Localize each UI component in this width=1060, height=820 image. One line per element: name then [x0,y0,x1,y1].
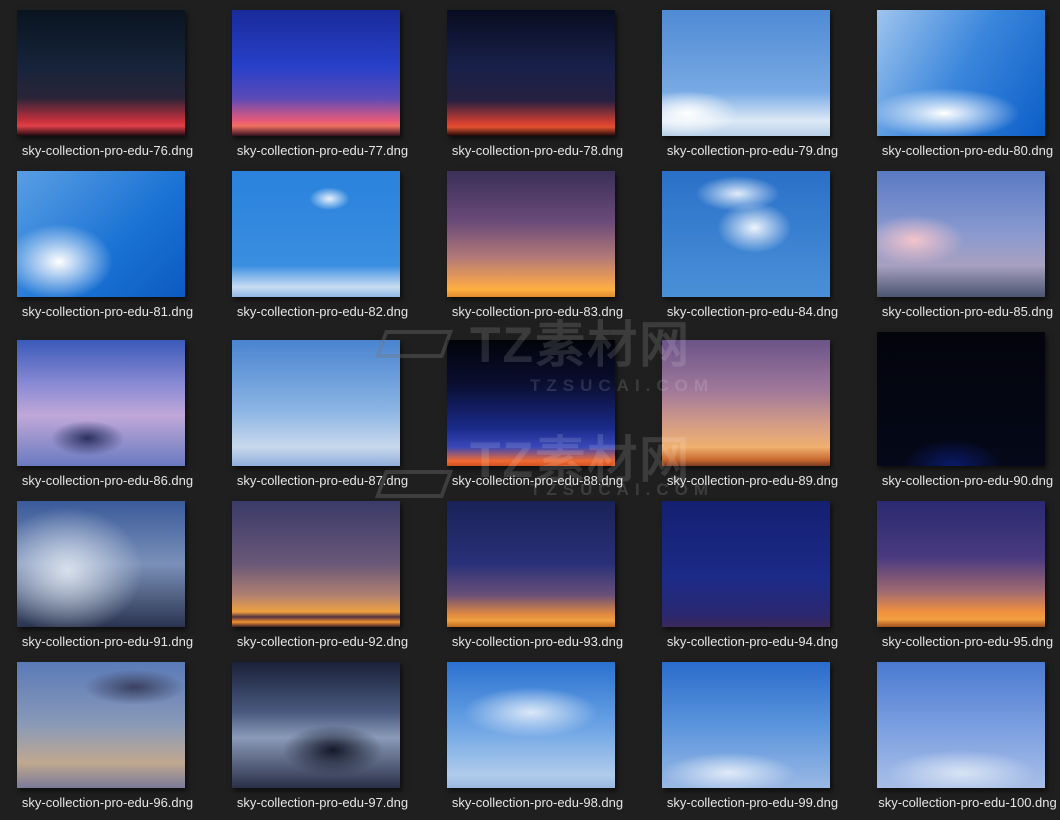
file-thumbnail[interactable] [232,662,400,788]
file-item[interactable]: sky-collection-pro-edu-76.dng [0,0,215,161]
file-item[interactable]: sky-collection-pro-edu-93.dng [430,491,645,652]
file-name[interactable]: sky-collection-pro-edu-76.dng [0,143,215,158]
file-item[interactable]: sky-collection-pro-edu-97.dng [215,652,430,813]
file-name[interactable]: sky-collection-pro-edu-92.dng [215,634,430,649]
file-item[interactable]: sky-collection-pro-edu-96.dng [0,652,215,813]
file-item[interactable]: sky-collection-pro-edu-91.dng [0,491,215,652]
file-name[interactable]: sky-collection-pro-edu-77.dng [215,143,430,158]
file-item[interactable]: sky-collection-pro-edu-84.dng [645,161,860,322]
file-item[interactable]: sky-collection-pro-edu-79.dng [645,0,860,161]
file-name[interactable]: sky-collection-pro-edu-78.dng [430,143,645,158]
file-thumbnail[interactable] [447,10,615,136]
file-thumbnail[interactable] [877,332,1045,466]
file-thumbnail[interactable] [662,171,830,297]
file-thumbnail[interactable] [447,662,615,788]
file-name[interactable]: sky-collection-pro-edu-89.dng [645,473,860,488]
file-item[interactable]: sky-collection-pro-edu-78.dng [430,0,645,161]
file-item[interactable]: sky-collection-pro-edu-92.dng [215,491,430,652]
file-name[interactable]: sky-collection-pro-edu-95.dng [860,634,1060,649]
file-name[interactable]: sky-collection-pro-edu-97.dng [215,795,430,810]
file-name[interactable]: sky-collection-pro-edu-91.dng [0,634,215,649]
file-thumbnail[interactable] [877,501,1045,627]
file-name[interactable]: sky-collection-pro-edu-96.dng [0,795,215,810]
file-name[interactable]: sky-collection-pro-edu-81.dng [0,304,215,319]
file-thumbnail[interactable] [877,171,1045,297]
file-thumbnail[interactable] [17,501,185,627]
file-thumbnail[interactable] [662,501,830,627]
file-name[interactable]: sky-collection-pro-edu-94.dng [645,634,860,649]
file-item[interactable]: sky-collection-pro-edu-82.dng [215,161,430,322]
file-item[interactable]: sky-collection-pro-edu-80.dng [860,0,1060,161]
file-thumbnail[interactable] [232,171,400,297]
file-item[interactable]: sky-collection-pro-edu-99.dng [645,652,860,813]
file-thumbnail[interactable] [17,662,185,788]
file-thumbnail[interactable] [17,171,185,297]
file-name[interactable]: sky-collection-pro-edu-87.dng [215,473,430,488]
file-name[interactable]: sky-collection-pro-edu-85.dng [860,304,1060,319]
file-thumbnail[interactable] [877,662,1045,788]
file-thumbnail[interactable] [17,340,185,466]
file-name[interactable]: sky-collection-pro-edu-90.dng [860,473,1060,488]
file-item[interactable]: sky-collection-pro-edu-98.dng [430,652,645,813]
file-name[interactable]: sky-collection-pro-edu-86.dng [0,473,215,488]
file-item[interactable]: sky-collection-pro-edu-88.dng [430,330,645,491]
file-name[interactable]: sky-collection-pro-edu-80.dng [860,143,1060,158]
file-thumbnail[interactable] [232,340,400,466]
file-name[interactable]: sky-collection-pro-edu-93.dng [430,634,645,649]
file-thumbnail[interactable] [877,10,1045,136]
file-name[interactable]: sky-collection-pro-edu-88.dng [430,473,645,488]
file-item[interactable]: sky-collection-pro-edu-86.dng [0,330,215,491]
file-thumbnail[interactable] [662,10,830,136]
file-name[interactable]: sky-collection-pro-edu-83.dng [430,304,645,319]
file-name[interactable]: sky-collection-pro-edu-84.dng [645,304,860,319]
file-name[interactable]: sky-collection-pro-edu-99.dng [645,795,860,810]
file-item[interactable]: sky-collection-pro-edu-85.dng [860,161,1060,322]
file-thumbnail[interactable] [232,501,400,627]
file-thumbnail[interactable] [447,501,615,627]
file-thumbnail[interactable] [447,171,615,297]
file-item[interactable]: sky-collection-pro-edu-90.dng [860,330,1060,491]
file-item[interactable]: sky-collection-pro-edu-83.dng [430,161,645,322]
file-name[interactable]: sky-collection-pro-edu-98.dng [430,795,645,810]
file-item[interactable]: sky-collection-pro-edu-77.dng [215,0,430,161]
file-name[interactable]: sky-collection-pro-edu-100.dng [860,795,1060,810]
file-item[interactable]: sky-collection-pro-edu-87.dng [215,330,430,491]
file-name[interactable]: sky-collection-pro-edu-82.dng [215,304,430,319]
file-thumbnail[interactable] [662,340,830,466]
file-thumbnail[interactable] [17,10,185,136]
file-thumbnail[interactable] [662,662,830,788]
file-thumbnail[interactable] [232,10,400,136]
file-item[interactable]: sky-collection-pro-edu-94.dng [645,491,860,652]
file-thumbnail[interactable] [447,340,615,466]
file-item[interactable]: sky-collection-pro-edu-81.dng [0,161,215,322]
file-item[interactable]: sky-collection-pro-edu-95.dng [860,491,1060,652]
file-item[interactable]: sky-collection-pro-edu-100.dng [860,652,1060,813]
file-item[interactable]: sky-collection-pro-edu-89.dng [645,330,860,491]
file-name[interactable]: sky-collection-pro-edu-79.dng [645,143,860,158]
